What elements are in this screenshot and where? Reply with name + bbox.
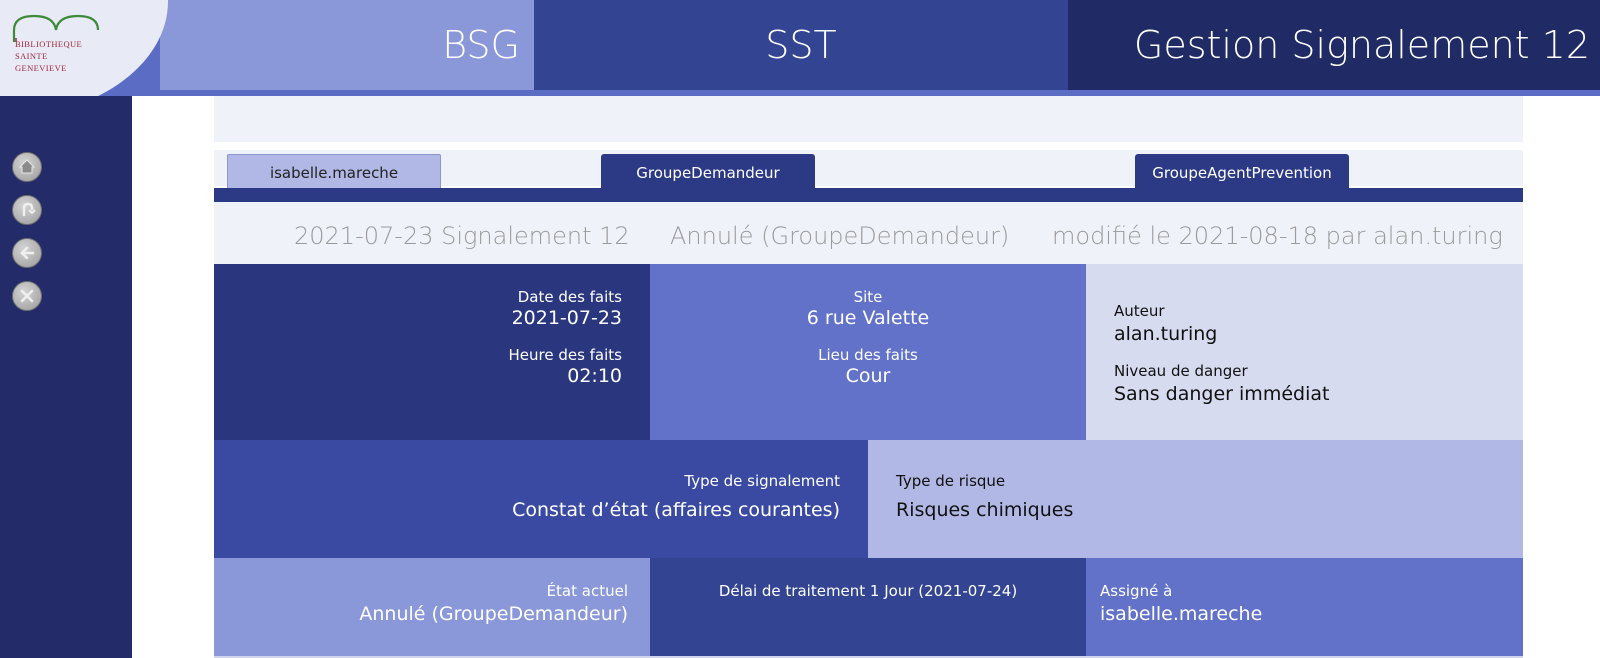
close-icon [20, 289, 34, 303]
sidebar [0, 96, 132, 658]
header-sst[interactable]: SST [534, 0, 1068, 90]
summary-modified: modifié le 2021-08-18 par alan.turing [1052, 222, 1503, 250]
logo-line-2: SAINTE [15, 51, 48, 61]
danger-value: Sans danger immédiat [1114, 383, 1330, 405]
auteur-panel: Auteur alan.turing Niveau de danger Sans… [1086, 264, 1523, 440]
danger-label: Niveau de danger [1114, 362, 1248, 380]
risque-value: Risques chimiques [896, 499, 1074, 521]
logo-text: BIBLIOTHEQUE SAINTE GENEVIEVE [15, 38, 82, 74]
tab-underline-bar [214, 188, 1523, 202]
dates-panel: Date des faits 2021-07-23 Heure des fait… [214, 264, 650, 440]
auteur-label: Auteur [1114, 302, 1165, 320]
top-strip [214, 96, 1523, 142]
summary-signalement: 2021-07-23 Signalement 12 [294, 222, 630, 250]
history-button[interactable] [12, 195, 42, 225]
back-arrow-icon [20, 246, 35, 260]
assigne-value: isabelle.mareche [1100, 603, 1263, 625]
heure-label: Heure des faits [508, 346, 622, 364]
page-title: Gestion Signalement 12 [1068, 0, 1600, 90]
site-label: Site [853, 288, 883, 306]
heure-value: 02:10 [567, 365, 622, 387]
home-button[interactable] [12, 152, 42, 182]
etat-value: Annulé (GroupeDemandeur) [359, 603, 628, 625]
risque-label: Type de risque [896, 472, 1006, 490]
type-label: Type de signalement [684, 472, 840, 490]
type-value: Constat d’état (affaires courantes) [512, 499, 840, 521]
site-panel: Site 6 rue Valette Lieu des faits Cour [650, 264, 1086, 440]
main-content: isabelle.mareche GroupeDemandeur GroupeA… [214, 96, 1523, 658]
assigne-label: Assigné à [1100, 582, 1173, 600]
date-label: Date des faits [517, 288, 622, 306]
type-risque-panel: Type de risque Risques chimiques [868, 440, 1523, 558]
tab-groupe-demandeur[interactable]: GroupeDemandeur [601, 154, 815, 192]
home-icon [18, 159, 36, 174]
group-tabs: isabelle.mareche GroupeDemandeur GroupeA… [214, 150, 1523, 192]
summary-bar: 2021-07-23 Signalement 12 Annulé (Groupe… [214, 202, 1523, 264]
etat-label: État actuel [546, 582, 628, 600]
site-value: 6 rue Valette [806, 307, 930, 329]
logo-line-1: BIBLIOTHEQUE [15, 39, 83, 49]
assigne-panel: Assigné à isabelle.mareche [1086, 558, 1523, 658]
back-button[interactable] [12, 238, 42, 268]
summary-status: Annulé (GroupeDemandeur) [670, 222, 1010, 250]
date-value: 2021-07-23 [511, 307, 622, 329]
logo-line-3: GENEVIEVE [15, 63, 67, 73]
app-header: BSG SST Gestion Signalement 12 [0, 0, 1600, 96]
tab-groupe-agent-prevention[interactable]: GroupeAgentPrevention [1135, 154, 1349, 192]
lieu-label: Lieu des faits [818, 346, 918, 364]
close-button[interactable] [12, 281, 42, 311]
header-bsg[interactable]: BSG [160, 0, 534, 90]
auteur-value: alan.turing [1114, 323, 1218, 345]
delai-label: Délai de traitement 1 Jour (2021-07-24) [718, 582, 1018, 600]
delai-panel: Délai de traitement 1 Jour (2021-07-24) [650, 558, 1086, 658]
lieu-value: Cour [845, 365, 891, 387]
type-signalement-panel: Type de signalement Constat d’état (affa… [214, 440, 868, 558]
tab-user[interactable]: isabelle.mareche [227, 154, 441, 191]
back-history-icon [22, 202, 36, 216]
etat-panel: État actuel Annulé (GroupeDemandeur) [214, 558, 650, 658]
